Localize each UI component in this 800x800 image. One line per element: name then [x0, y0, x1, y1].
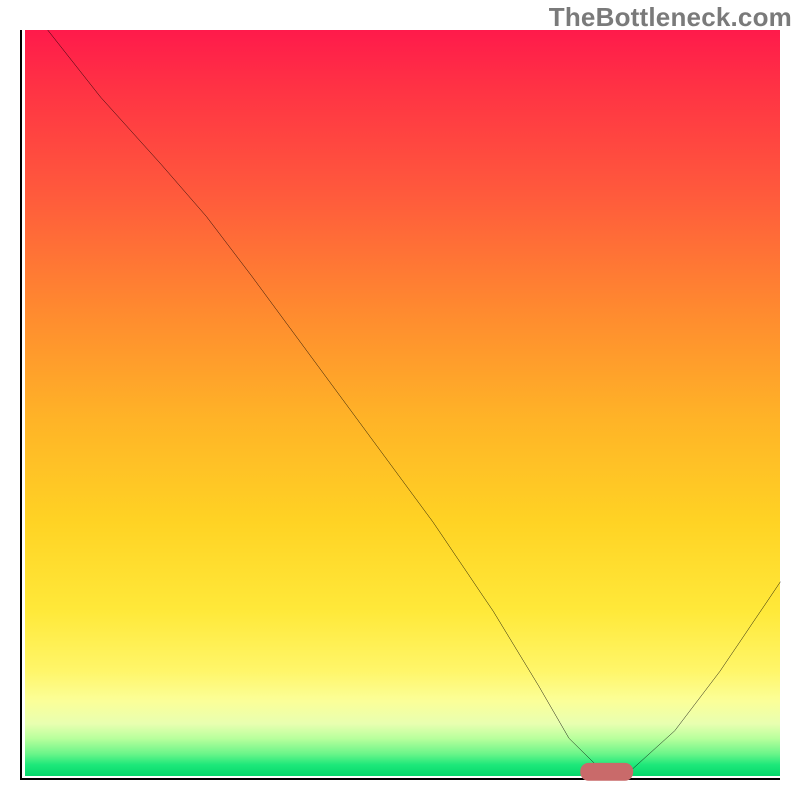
optimal-point-marker [584, 767, 629, 777]
chart-plot-area [25, 30, 781, 776]
bottleneck-curve [47, 30, 780, 772]
watermark-text: TheBottleneck.com [549, 2, 792, 33]
chart-axes [20, 30, 780, 780]
